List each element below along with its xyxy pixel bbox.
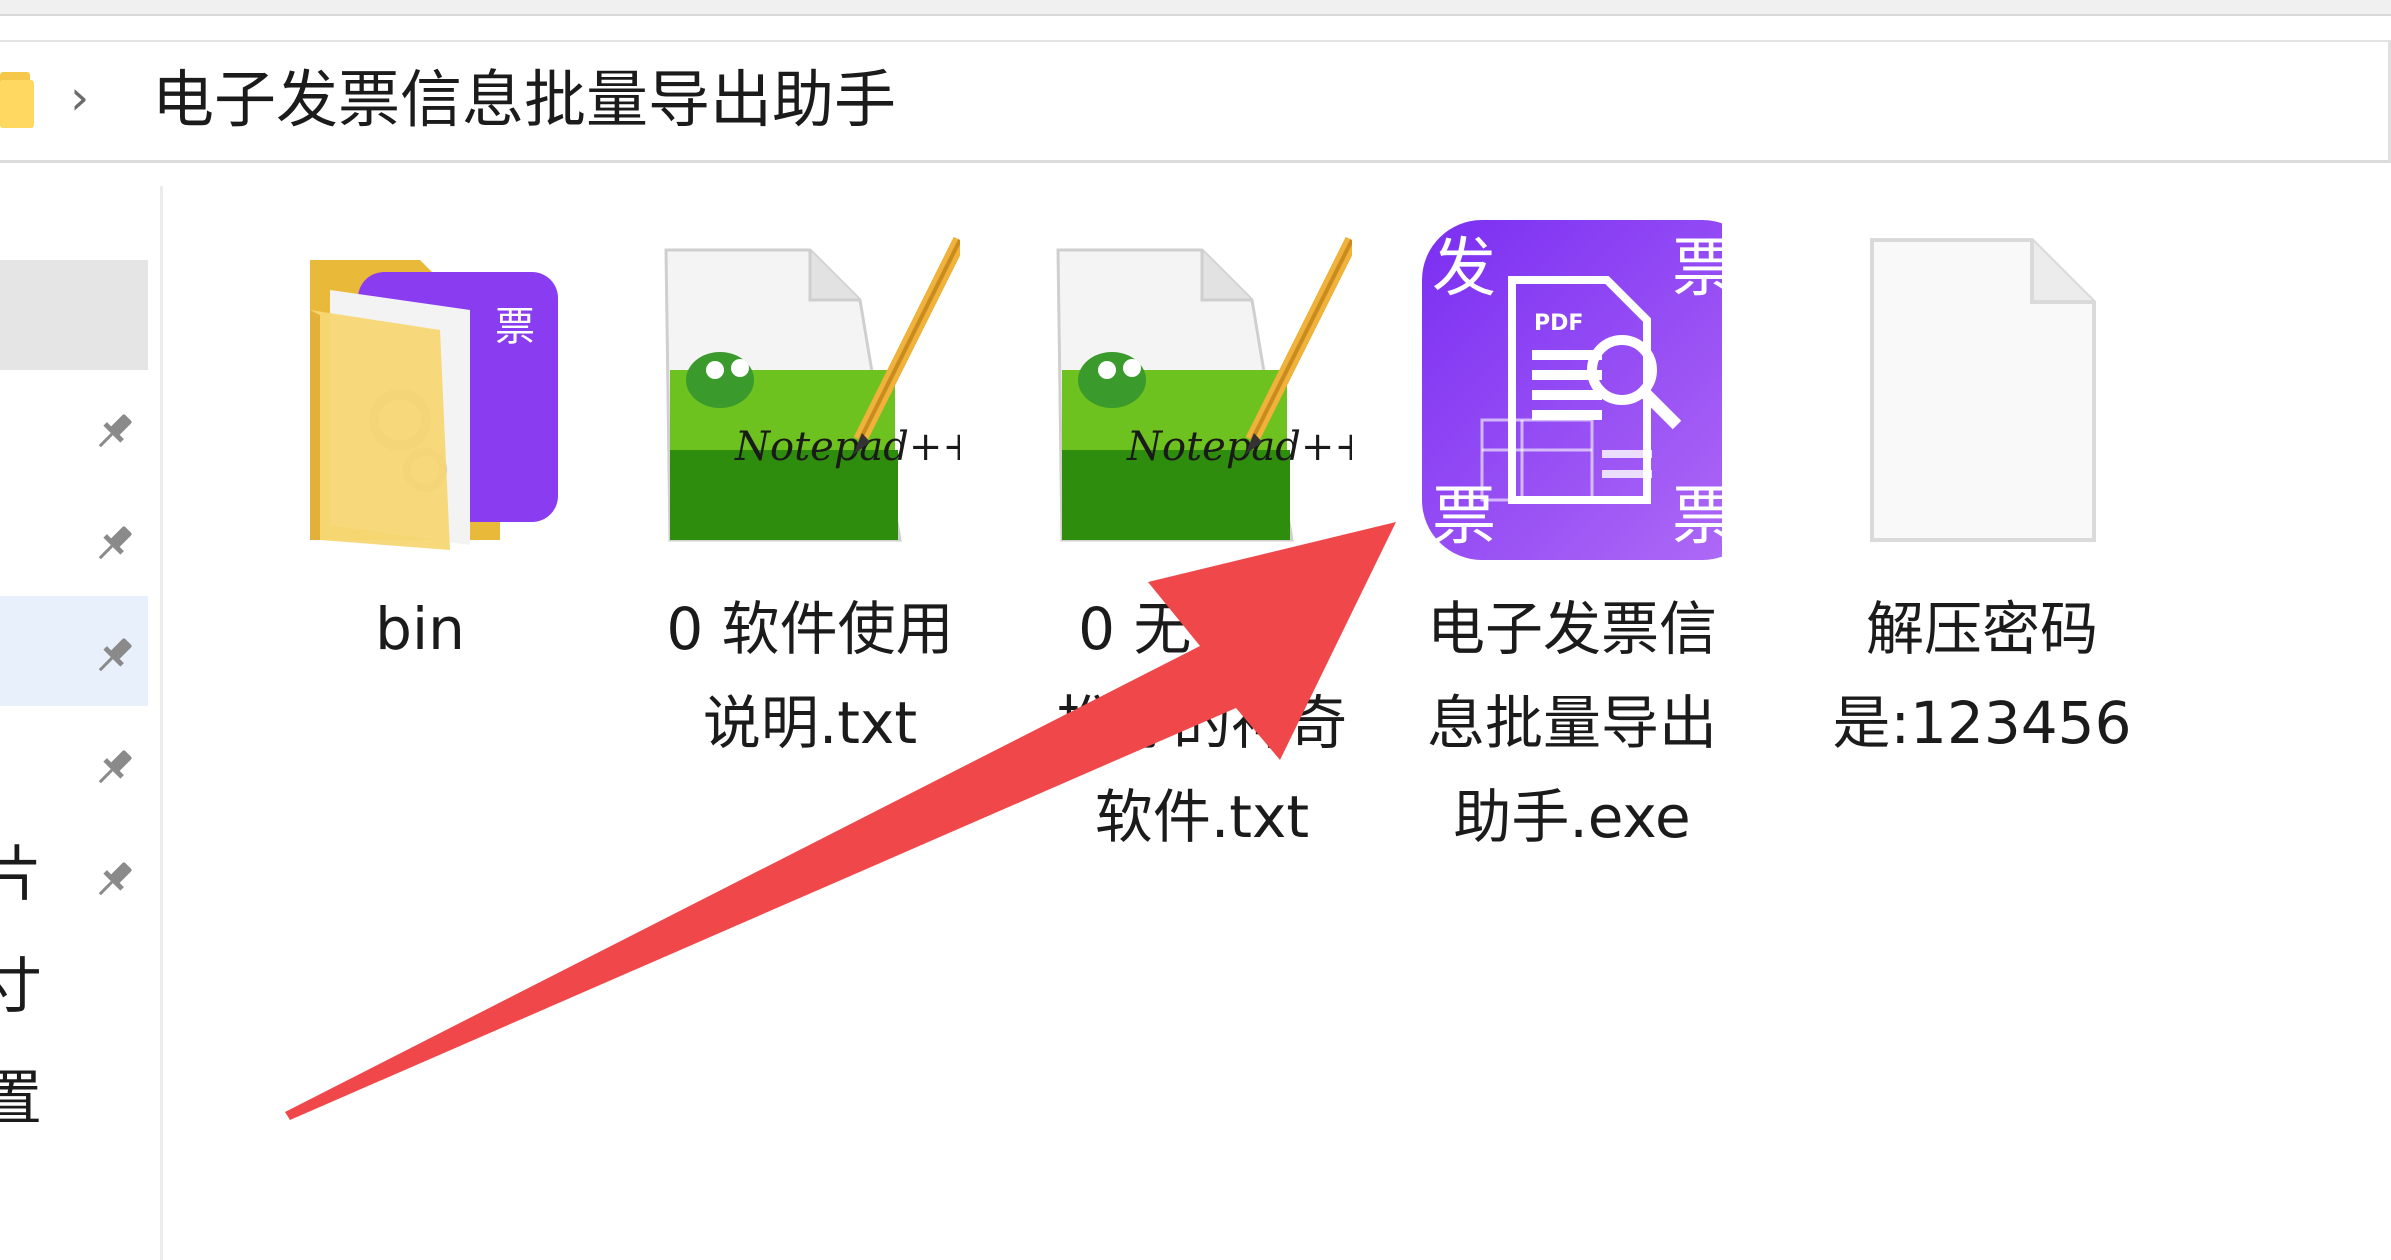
- pin-icon[interactable]: [90, 408, 138, 456]
- nav-item-pinned-1[interactable]: [0, 372, 148, 482]
- breadcrumb-current-folder[interactable]: 电子发票信息批量导出助手: [152, 64, 896, 136]
- notepadpp-document-icon: Notepad++: [1056, 236, 1352, 542]
- file-name: 0 无 网管推荐的神奇软件.txt: [1056, 595, 1347, 851]
- file-name: 解压密码是:123456: [1832, 595, 2132, 757]
- folder-icon: 票: [310, 260, 558, 550]
- nav-item-pinned-4[interactable]: [0, 708, 148, 818]
- svg-text:Notepad++: Notepad++: [734, 424, 960, 470]
- blank-file-icon: [1870, 238, 2096, 542]
- file-name: 0 软件使用说明.txt: [666, 595, 954, 757]
- nav-item-7[interactable]: 置: [0, 1044, 148, 1154]
- nav-item-selected[interactable]: [0, 260, 148, 370]
- chevron-right-icon[interactable]: ›: [70, 68, 89, 128]
- invoice-app-icon: 发 票 票 票 PDF: [1422, 220, 1722, 560]
- nav-item-label: 寸: [0, 952, 42, 1022]
- nav-item-pinned-5[interactable]: 片: [0, 820, 148, 930]
- file-item-recommend-txt[interactable]: Notepad++ 0 无 网管推荐的神奇软件.txt: [1052, 220, 1352, 920]
- svg-text:Notepad++: Notepad++: [1126, 424, 1352, 470]
- svg-text:PDF: PDF: [1534, 311, 1583, 336]
- nav-item-6[interactable]: 寸: [0, 932, 148, 1042]
- nav-item-pinned-2[interactable]: [0, 484, 148, 594]
- file-item-usage-txt[interactable]: Notepad++ 0 软件使用说明.txt: [660, 220, 960, 757]
- ribbon-edge: [0, 0, 2391, 16]
- pin-icon[interactable]: [90, 520, 138, 568]
- pin-icon[interactable]: [90, 856, 138, 904]
- file-name: bin: [375, 595, 465, 663]
- pin-icon[interactable]: [90, 632, 138, 680]
- pin-icon[interactable]: [90, 744, 138, 792]
- nav-item-label: 置: [0, 1064, 42, 1134]
- svg-text:票: 票: [1432, 480, 1496, 554]
- notepadpp-document-icon: Notepad++: [664, 236, 960, 542]
- file-item-password-file[interactable]: 解压密码是:123456: [1832, 220, 2132, 840]
- address-bar[interactable]: › 电子发票信息批量导出助手: [0, 40, 2391, 163]
- file-item-invoice-exe[interactable]: 发 票 票 票 PDF 电子发票信息批量导出助手.exe: [1422, 220, 1722, 940]
- svg-text:票: 票: [1672, 232, 1722, 306]
- navigation-pane: 片 寸 置: [0, 186, 163, 1260]
- svg-text:票: 票: [495, 304, 535, 350]
- file-item-bin-folder[interactable]: 票 bin: [270, 220, 570, 740]
- nav-item-pinned-3[interactable]: [0, 596, 148, 706]
- folder-icon: [0, 72, 34, 128]
- file-explorer-window: › 电子发票信息批量导出助手 片 寸 置 票 bin Notepad++ 0 软…: [0, 0, 2391, 1260]
- svg-text:票: 票: [1672, 480, 1722, 554]
- svg-text:发: 发: [1432, 232, 1496, 306]
- file-name: 电子发票信息批量导出助手.exe: [1426, 595, 1717, 851]
- nav-item-label: 片: [0, 840, 42, 910]
